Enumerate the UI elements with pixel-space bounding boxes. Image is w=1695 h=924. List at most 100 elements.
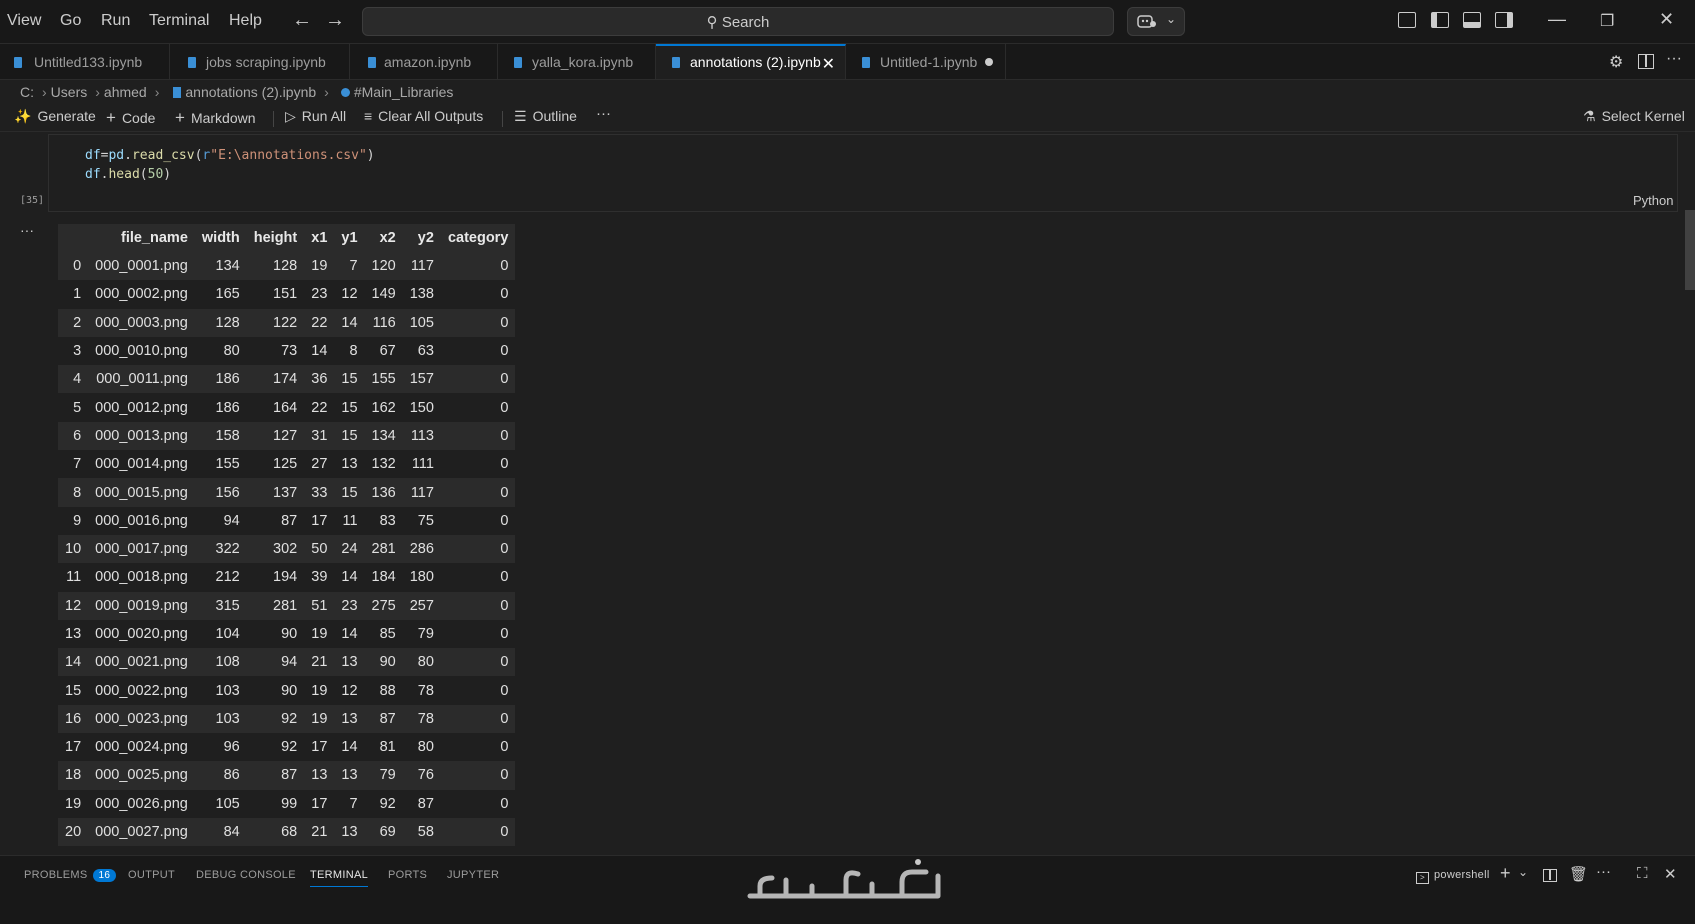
- table-cell: 0: [440, 789, 516, 818]
- toggle-panel-icon[interactable]: [1463, 12, 1481, 28]
- select-kernel-button[interactable]: ⚗ Select Kernel: [1583, 108, 1685, 125]
- cell-language-label[interactable]: Python: [1633, 193, 1673, 208]
- forward-arrow-icon[interactable]: →: [325, 9, 345, 32]
- table-cell: 0: [440, 563, 516, 592]
- minimize-icon[interactable]: —: [1548, 9, 1566, 30]
- output-more-button[interactable]: ···: [20, 222, 34, 238]
- gear-icon[interactable]: ⚙: [1609, 52, 1623, 72]
- table-cell: 180: [402, 563, 441, 592]
- table-cell: 105: [194, 789, 247, 818]
- menu-go[interactable]: Go: [60, 12, 81, 30]
- table-cell: 000_0016.png: [88, 506, 195, 535]
- notebook-toolbar: ✨ Generate + Code + Markdown ▷ Run All ≡ Clea…: [0, 104, 1695, 132]
- table-cell: 0: [440, 761, 516, 790]
- breadcrumb-ahmed[interactable]: ahmed: [104, 84, 147, 100]
- tab-amazon[interactable]: amazon.ipynb: [350, 44, 498, 79]
- table-cell: 92: [246, 704, 305, 734]
- table-column-header: [58, 224, 89, 252]
- chevron-right-icon: ›: [42, 84, 47, 100]
- tab-untitled133[interactable]: Untitled133.ipynb: [0, 44, 170, 79]
- menu-run[interactable]: Run: [101, 12, 130, 30]
- menu-help[interactable]: Help: [229, 12, 262, 30]
- tab-jobs-scraping[interactable]: jobs scraping.ipynb: [170, 44, 350, 79]
- more-actions-icon[interactable]: ···: [1666, 50, 1682, 68]
- tab-untitled-1[interactable]: Untitled-1.ipynb: [846, 44, 1006, 79]
- table-row: 17 000_0024.png 96 92 17 14 81 80 0: [58, 733, 516, 762]
- run-all-button[interactable]: ▷ Run All: [285, 108, 346, 125]
- clear-all-outputs-button[interactable]: ≡ Clear All Outputs: [364, 108, 483, 124]
- row-index: 14: [58, 648, 89, 677]
- row-index: 17: [58, 733, 89, 762]
- plus-icon: +: [106, 108, 116, 127]
- add-markdown-cell-button[interactable]: + Markdown: [175, 108, 256, 128]
- table-cell: 50: [304, 534, 335, 564]
- chevron-down-icon[interactable]: ⌄: [1518, 865, 1528, 879]
- table-cell: 117: [402, 252, 441, 281]
- code-cell[interactable]: df=pd.read_csv(r"E:\annotations.csv") df…: [48, 134, 1678, 212]
- breadcrumb-file[interactable]: annotations (2).ipynb: [185, 84, 316, 100]
- tab-yalla-kora[interactable]: yalla_kora.ipynb: [498, 44, 656, 79]
- table-cell: 134: [364, 421, 403, 451]
- breadcrumb-section[interactable]: #Main_Libraries: [354, 84, 454, 100]
- table-cell: 134: [194, 252, 247, 281]
- close-tab-icon[interactable]: ✕: [822, 54, 835, 74]
- panel-tab-ports[interactable]: PORTS: [388, 869, 427, 881]
- table-cell: 83: [364, 506, 403, 535]
- terminal-icon: >: [1416, 872, 1429, 884]
- table-cell: 13: [334, 450, 365, 479]
- table-cell: 13: [334, 761, 365, 790]
- panel-tab-jupyter[interactable]: JUPYTER: [447, 869, 499, 881]
- add-code-cell-button[interactable]: + Code: [106, 108, 155, 128]
- table-cell: 000_0011.png: [88, 365, 195, 394]
- toggle-primary-sidebar-icon[interactable]: [1431, 12, 1449, 28]
- table-cell: 0: [440, 252, 516, 281]
- table-cell: 116: [364, 308, 403, 337]
- customize-layout-icon[interactable]: [1398, 12, 1416, 28]
- command-center-search[interactable]: ⚲ Search: [362, 7, 1114, 36]
- menu-terminal[interactable]: Terminal: [149, 12, 209, 30]
- table-cell: 23: [334, 591, 365, 620]
- outline-button[interactable]: ☰ Outline: [514, 108, 577, 125]
- split-editor-icon[interactable]: [1638, 54, 1654, 69]
- maximize-panel-icon[interactable]: ⛶: [1637, 865, 1648, 882]
- new-terminal-icon[interactable]: +: [1500, 863, 1511, 884]
- code-token: head: [108, 167, 140, 182]
- code-token: pd: [108, 148, 125, 163]
- tab-annotations[interactable]: annotations (2).ipynb ✕: [656, 44, 846, 79]
- toolbar-more-button[interactable]: ···: [596, 105, 611, 122]
- toggle-secondary-sidebar-icon[interactable]: [1495, 12, 1513, 28]
- table-cell: 7: [334, 252, 365, 281]
- table-column-header: file_name: [88, 224, 195, 252]
- table-row: 15 000_0022.png 103 90 19 12 88 78 0: [58, 676, 516, 705]
- copilot-button[interactable]: ⌄: [1127, 7, 1185, 36]
- back-arrow-icon[interactable]: ←: [292, 9, 312, 32]
- table-cell: 27: [304, 450, 335, 479]
- panel-tab-debug-console[interactable]: DEBUG CONSOLE: [196, 869, 296, 881]
- vertical-scrollbar[interactable]: [1685, 210, 1695, 290]
- table-cell: 23: [304, 280, 335, 309]
- breadcrumb-drive[interactable]: C:: [20, 84, 34, 100]
- generate-button[interactable]: ✨ Generate: [14, 108, 96, 125]
- table-column-header: height: [246, 224, 305, 252]
- table-cell: 94: [246, 648, 305, 677]
- panel-tab-output[interactable]: OUTPUT: [128, 869, 175, 881]
- panel-tab-terminal[interactable]: TERMINAL: [310, 869, 369, 887]
- table-cell: 14: [334, 619, 365, 649]
- split-terminal-icon[interactable]: [1543, 869, 1557, 882]
- panel-tab-problems[interactable]: PROBLEMS 16: [24, 869, 117, 882]
- breadcrumb-users[interactable]: Users: [51, 84, 88, 100]
- row-index: 20: [58, 817, 89, 847]
- list-icon: ☰: [514, 108, 527, 124]
- notebook-icon: [173, 87, 182, 98]
- menu-view[interactable]: View: [7, 12, 41, 30]
- panel-more-icon[interactable]: ···: [1596, 863, 1611, 880]
- restore-icon[interactable]: ❐: [1600, 11, 1614, 31]
- trash-icon[interactable]: 🗑: [1569, 865, 1588, 883]
- close-panel-icon[interactable]: ✕: [1664, 865, 1677, 883]
- table-cell: 51: [304, 591, 335, 620]
- close-window-icon[interactable]: ✕: [1659, 9, 1674, 30]
- terminal-shell-selector[interactable]: > powershell: [1416, 869, 1490, 884]
- row-index: 11: [58, 563, 89, 592]
- table-cell: 75: [402, 506, 441, 535]
- row-index: 15: [58, 676, 89, 705]
